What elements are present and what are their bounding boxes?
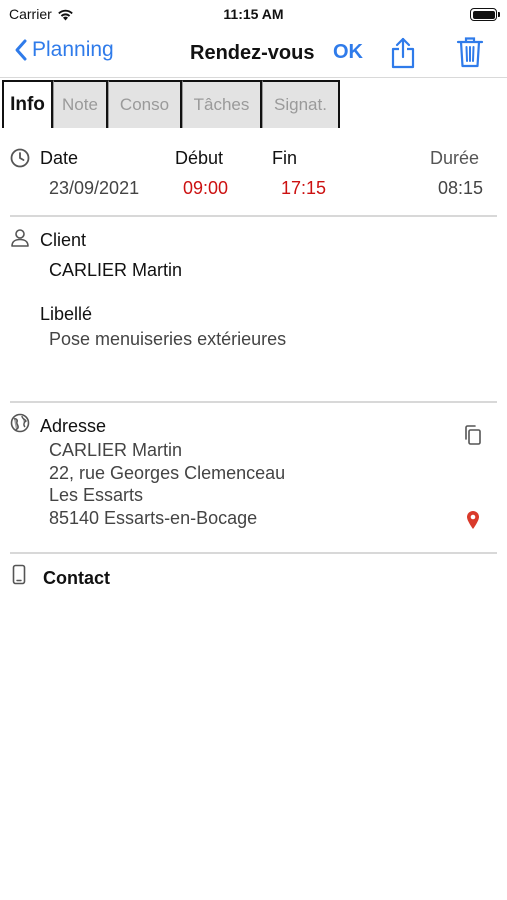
copy-icon[interactable]: [463, 424, 483, 446]
start-label: Début: [175, 148, 224, 168]
date-value[interactable]: 23/09/2021: [49, 178, 139, 199]
address-line-street: 22, rue Georges Clemenceau: [49, 463, 286, 483]
duration-label: Durée: [430, 148, 480, 168]
end-time-value[interactable]: 17:15: [281, 178, 326, 199]
client-section: Client CARLIER Martin Libellé Pose menui…: [0, 222, 507, 402]
tab-info[interactable]: Info: [2, 80, 53, 128]
date-section: Date Début Fin Durée 23/09/2021 09:00 17…: [0, 140, 507, 215]
libelle-label: Libellé: [40, 304, 93, 324]
share-button[interactable]: [389, 36, 417, 75]
person-icon: [11, 229, 29, 247]
client-value[interactable]: CARLIER Martin: [49, 260, 182, 281]
trash-icon: [456, 37, 484, 68]
status-bar: Carrier 11:15 AM: [0, 0, 507, 28]
contact-section[interactable]: Contact: [0, 560, 507, 600]
address-section: Adresse CARLIER Martin 22, rue Georges C…: [0, 408, 507, 553]
end-label: Fin: [272, 148, 298, 168]
start-time-value[interactable]: 09:00: [183, 178, 228, 199]
chevron-left-icon: [15, 39, 27, 61]
page-title: Rendez-vous: [190, 42, 315, 64]
duration-value: 08:15: [438, 178, 484, 198]
address-line-postal: 85140 Essarts-en-Bocage: [49, 508, 258, 528]
map-pin-icon[interactable]: [466, 510, 480, 530]
divider: [10, 552, 497, 554]
back-label: Planning: [32, 38, 114, 61]
libelle-value[interactable]: Pose menuiseries extérieures: [49, 329, 286, 350]
tab-bar: Info Note Conso Tâches Signat.: [0, 80, 507, 130]
ok-button[interactable]: OK: [333, 41, 363, 64]
address-line-locality: Les Essarts: [49, 485, 144, 505]
contact-label: Contact: [43, 568, 110, 588]
divider: [10, 401, 497, 403]
delete-button[interactable]: [456, 36, 484, 73]
battery-icon: [470, 8, 500, 21]
status-time: 11:15 AM: [223, 6, 284, 22]
address-label: Adresse: [40, 416, 107, 436]
tab-note[interactable]: Note: [53, 80, 108, 128]
date-label: Date: [40, 148, 79, 168]
back-button[interactable]: Planning: [14, 38, 114, 62]
divider: [10, 215, 497, 217]
tab-taches[interactable]: Tâches: [182, 80, 262, 128]
share-icon: [391, 37, 415, 69]
tab-signature[interactable]: Signat.: [262, 80, 340, 128]
globe-icon: [10, 413, 30, 433]
nav-bar: Planning Rendez-vous OK: [0, 28, 507, 78]
phone-icon: [12, 564, 26, 585]
address-line-name: CARLIER Martin: [49, 440, 183, 460]
clock-icon: [10, 148, 30, 168]
client-label: Client: [40, 230, 87, 250]
tab-conso[interactable]: Conso: [108, 80, 182, 128]
